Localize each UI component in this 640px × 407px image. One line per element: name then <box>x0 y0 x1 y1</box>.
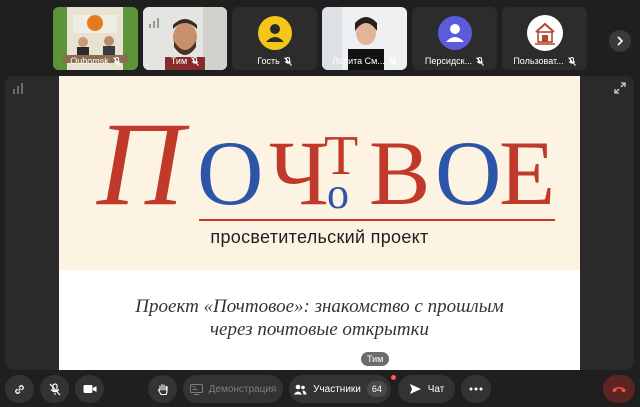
pochtovoe-logo: П О Ч Т о В О Е <box>96 104 555 230</box>
screen-share-label: Демонстрация <box>208 383 277 395</box>
notification-dot <box>391 375 396 380</box>
link-icon <box>15 384 24 394</box>
participant-tile-tim[interactable]: Тим <box>143 7 227 70</box>
mic-off-icon <box>388 56 397 66</box>
microphone-button[interactable] <box>40 375 69 403</box>
next-participants-button[interactable] <box>609 30 631 52</box>
chevron-right-icon <box>617 36 624 46</box>
conference-window: Oubomsk Тим Гость Лолита См... Персидск.… <box>0 0 640 407</box>
mic-off-icon <box>476 56 484 66</box>
participant-name: Тим <box>170 56 188 66</box>
avatar <box>257 16 292 50</box>
participant-tile-guest[interactable]: Гость <box>232 7 317 70</box>
end-call-button[interactable] <box>603 375 635 403</box>
camera-icon <box>83 385 96 393</box>
user-icon <box>265 24 284 42</box>
participant-tile-user[interactable]: Пользоват... <box>502 7 587 70</box>
mic-off-icon <box>283 56 292 66</box>
participants-label: Участники <box>313 383 361 395</box>
participant-name: Персидск... <box>424 56 473 66</box>
participant-name: Пользоват... <box>513 56 564 66</box>
speaker-label: Тим <box>361 352 390 366</box>
chat-label: Чат <box>427 383 445 395</box>
hand-icon <box>157 383 168 395</box>
participant-tile-lolita[interactable]: Лолита См... <box>322 7 407 70</box>
more-dots-icon <box>469 387 483 391</box>
screen-share-icon <box>189 383 203 395</box>
participant-name: Oubomsk <box>70 56 109 66</box>
mic-off-icon <box>567 56 576 66</box>
house-logo-icon <box>534 22 555 45</box>
signal-icon <box>149 13 161 28</box>
mic-off-icon <box>49 382 60 395</box>
avatar <box>526 15 563 51</box>
screen-share-stage: П О Ч Т о В О Е просветительский проект … <box>5 76 634 370</box>
camera-button[interactable] <box>75 375 104 403</box>
participant-tile-oubomsk[interactable]: Oubomsk <box>53 7 138 70</box>
raise-hand-button[interactable] <box>148 375 177 403</box>
participants-button[interactable]: Участники 64 <box>289 375 391 403</box>
slide-caption-line1: Проект «Почтовое»: знакомство с прошлым <box>135 296 504 317</box>
signal-icon <box>13 83 23 94</box>
svg-text:О: О <box>197 122 263 224</box>
participant-name: Лолита См... <box>332 56 385 66</box>
slide-subtitle: просветительский проект <box>210 227 429 247</box>
chat-button[interactable]: Чат <box>398 375 455 403</box>
more-button[interactable] <box>461 375 491 403</box>
chat-send-icon <box>409 384 421 394</box>
screen-share-button[interactable]: Демонстрация <box>183 375 283 403</box>
participants-icon <box>293 384 307 394</box>
participant-tile-persidsk[interactable]: Персидск... <box>412 7 497 70</box>
hang-up-icon <box>612 386 626 392</box>
mic-off-icon <box>191 56 200 66</box>
participant-name: Гость <box>257 56 280 66</box>
svg-text:О: О <box>435 122 501 224</box>
user-icon <box>445 24 464 42</box>
svg-text:П: П <box>96 104 190 230</box>
mic-off-icon <box>112 56 121 66</box>
presentation-slide: П О Ч Т о В О Е просветительский проект … <box>59 76 580 370</box>
slide-caption-line2: через почтовые открытки <box>209 319 430 340</box>
svg-text:Ч: Ч <box>269 122 329 224</box>
svg-text:Е: Е <box>499 122 555 224</box>
slide-header: П О Ч Т о В О Е просветительский проект <box>59 76 580 270</box>
avatar <box>437 16 472 50</box>
copy-link-button[interactable] <box>5 375 34 403</box>
svg-text:В: В <box>369 122 430 224</box>
expand-icon[interactable] <box>614 82 626 94</box>
svg-text:о: о <box>327 169 349 218</box>
participants-count: 64 <box>366 381 387 397</box>
